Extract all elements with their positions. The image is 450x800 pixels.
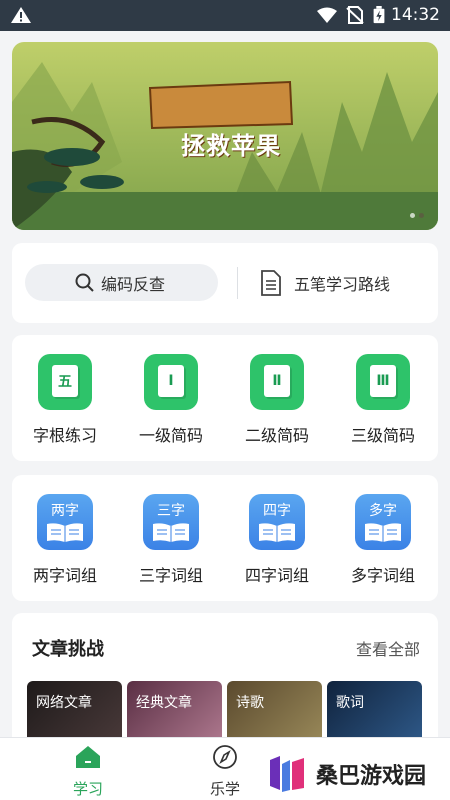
radical-practice-button[interactable]: 五 字根练习 [20,354,110,446]
tab-label: 乐学 [209,780,240,798]
book-icon: 多字 [355,494,411,550]
grid-label: 两字词组 [32,566,97,585]
warning-icon [11,7,31,23]
icon-word: 多字 [369,503,397,519]
level3-icon: Ⅲ [356,354,410,410]
icon-word: 两字 [51,503,79,519]
see-all-link[interactable]: 查看全部 [356,636,420,660]
radical-icon: 五 [38,354,92,410]
watermark-text: 桑巴游戏园 [316,764,427,789]
divider [237,267,238,299]
section-title: 文章挑战 [32,639,104,660]
grid-label: 三字词组 [138,566,203,585]
open-book-icon [153,523,189,542]
banner-title: 拯救苹果 [181,132,281,160]
grid-label: 一级简码 [138,426,203,445]
no-sim-icon [346,6,364,24]
grid-label: 多字词组 [350,566,415,585]
practice-grid: 五 字根练习 Ⅰ 一级简码 Ⅱ 二级简码 Ⅲ 三级简码 [12,335,438,461]
level2-icon: Ⅱ [250,354,304,410]
learning-route-label: 五笔学习路线 [294,275,391,294]
icon-glyph: 五 [52,365,78,397]
book-icon: 三字 [143,494,199,550]
battery-charging-icon [373,6,385,24]
tab-study[interactable]: 学习 [48,744,128,799]
three-char-words-button[interactable]: 三字 三字词组 [126,494,216,586]
carousel-dot-active[interactable] [419,213,424,218]
tab-fun-learn[interactable]: 乐学 [185,744,265,799]
word-group-grid: 两字 两字词组 三字 三字词组 四字 四字词组 多字 多字词组 [12,475,438,601]
code-lookup-label: 编码反查 [101,274,166,294]
icon-glyph: Ⅱ [264,365,290,397]
tab-label: 学习 [72,780,103,798]
carousel-dots [410,213,424,218]
code-lookup-button[interactable]: 编码反查 [25,264,218,301]
book-icon: 两字 [37,494,93,550]
tile-label: 经典文章 [136,695,192,711]
watermark-logo-icon [270,756,304,792]
level1-icon: Ⅰ [144,354,198,410]
search-icon [75,273,94,292]
grid-label: 四字词组 [244,566,309,585]
icon-glyph: Ⅰ [158,365,184,397]
open-book-icon [365,523,401,542]
tile-label: 网络文章 [36,695,92,711]
level2-code-button[interactable]: Ⅱ 二级简码 [232,354,322,446]
four-char-words-button[interactable]: 四字 四字词组 [232,494,322,586]
grid-label: 三级简码 [350,426,415,445]
grid-label: 字根练习 [32,426,97,445]
tile-label: 诗歌 [236,695,264,711]
icon-word: 三字 [157,503,185,519]
wifi-icon [317,7,337,23]
book-icon: 四字 [249,494,305,550]
document-icon [261,270,281,296]
open-book-icon [259,523,295,542]
grid-label: 二级简码 [244,426,309,445]
open-book-icon [47,523,83,542]
promo-banner[interactable]: 拯救苹果 [12,42,438,230]
compass-icon [213,745,237,769]
watermark: 桑巴游戏园 [268,752,438,796]
carousel-dot[interactable] [410,213,415,218]
status-bar: 14:32 [0,0,450,31]
tile-label: 歌词 [336,695,364,711]
search-card: 编码反查 五笔学习路线 [12,243,438,323]
clock: 14:32 [391,5,440,25]
icon-word: 四字 [263,503,291,519]
learning-route-button[interactable]: 五笔学习路线 [260,267,390,299]
home-icon [76,746,100,768]
level1-code-button[interactable]: Ⅰ 一级简码 [126,354,216,446]
icon-glyph: Ⅲ [370,365,396,397]
two-char-words-button[interactable]: 两字 两字词组 [20,494,110,586]
multi-char-words-button[interactable]: 多字 多字词组 [338,494,428,586]
level3-code-button[interactable]: Ⅲ 三级简码 [338,354,428,446]
